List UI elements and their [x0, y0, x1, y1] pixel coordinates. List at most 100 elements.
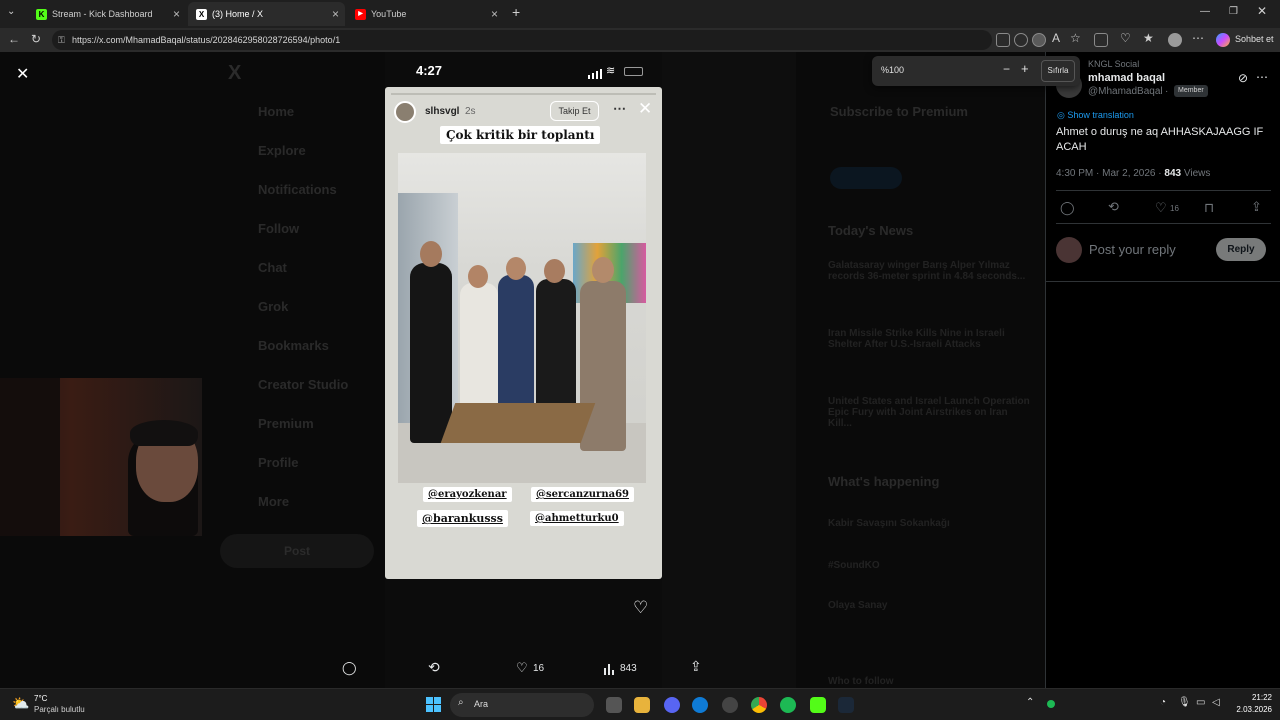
news-item: United States and Israel Launch Operatio… [828, 396, 1030, 429]
tray-expand-icon[interactable]: ⌃ [1026, 697, 1034, 708]
monitor-icon[interactable]: ▭ [1196, 697, 1205, 708]
more-options-icon[interactable]: ⋯ [1256, 70, 1268, 84]
back-icon[interactable]: ← [8, 32, 20, 46]
tweet-repost-icon[interactable]: ⟲ [1108, 199, 1119, 215]
clock-time[interactable]: 21:22 [1236, 693, 1272, 702]
story-close-icon: ✕ [638, 99, 653, 118]
show-translation-link[interactable]: ◎ Show translation [1057, 110, 1134, 121]
story-avatar [394, 101, 416, 123]
author-handle[interactable]: @MhamadBaqal [1088, 86, 1163, 97]
minimize-icon[interactable]: — [1200, 6, 1210, 17]
zoom-level: %100 [881, 65, 905, 75]
person-head [592, 257, 614, 283]
weather-icon[interactable]: ⛅ [12, 695, 29, 712]
tab-youtube[interactable]: ▶ YouTube × [347, 2, 504, 26]
translate-icon[interactable] [1014, 33, 1028, 47]
community-name[interactable]: KNGL Social [1088, 59, 1139, 69]
tab-list-icon[interactable]: ⌄ [7, 6, 15, 17]
zoom-in-icon[interactable]: + [1021, 61, 1029, 76]
window-close-icon[interactable]: ✕ [1257, 4, 1267, 18]
tweet-like-icon[interactable]: ♡ [1155, 200, 1167, 216]
volume-icon[interactable]: ◁ [1212, 697, 1220, 708]
reload-icon[interactable]: ↻ [31, 32, 41, 46]
author-name[interactable]: mhamad baqal [1088, 72, 1165, 84]
background-feed [662, 52, 796, 688]
nav-explore: Explore [258, 143, 306, 158]
tab-title: (3) Home / X [212, 9, 264, 19]
divider [1046, 281, 1280, 282]
news-item: Galatasaray winger Barış Alper Yılmaz re… [828, 260, 1026, 282]
url-text: https://x.com/MhamadBaqal/status/2028462… [72, 35, 341, 45]
story-progress-bar [391, 93, 656, 95]
kick-app-icon[interactable] [810, 697, 826, 713]
nav-premium: Premium [258, 416, 314, 431]
browser-essentials-icon[interactable]: ♡ [1120, 31, 1131, 45]
share-icon[interactable]: ⇪ [690, 658, 702, 675]
weather-temp[interactable]: 7°C [34, 694, 47, 703]
favorites-icon[interactable]: ★ [1143, 31, 1154, 45]
phone-time: 4:27 [416, 63, 443, 78]
tweet-bookmark-icon[interactable]: ⊓ [1204, 200, 1214, 216]
like-icon[interactable]: ♡ [516, 660, 528, 676]
task-view-icon[interactable] [606, 697, 622, 713]
subscribe-title: Subscribe to Premium [830, 104, 968, 119]
tweet-timestamp[interactable]: 4:30 PM · Mar 2, 2026 · [1056, 168, 1164, 179]
mention-tag: @erayozkenar [423, 487, 512, 502]
new-tab-icon[interactable]: + [512, 4, 520, 20]
tab-title: Stream - Kick Dashboard [52, 9, 153, 19]
copilot-label[interactable]: Sohbet et [1235, 34, 1274, 44]
more-menu-icon[interactable]: ⋯ [1192, 31, 1204, 45]
close-icon[interactable]: × [332, 7, 339, 21]
spotify-icon[interactable] [780, 697, 796, 713]
tweet-reply-icon[interactable]: ◯ [1060, 200, 1075, 216]
url-field[interactable]: ⚿ https://x.com/MhamadBaqal/status/20284… [52, 30, 992, 50]
obs-icon[interactable] [722, 697, 738, 713]
repost-icon[interactable]: ⟲ [428, 659, 440, 676]
site-info-icon[interactable]: ⚿ [58, 30, 65, 50]
steam-icon[interactable] [838, 697, 854, 713]
story-more-icon: ⋯ [613, 101, 626, 116]
signal-icon [588, 66, 602, 84]
tweet-views-label: Views [1181, 168, 1211, 179]
views-icon[interactable] [604, 662, 615, 680]
weather-desc[interactable]: Parçalı bulutlu [34, 705, 85, 714]
zoom-reset-button[interactable]: Sıfırla [1041, 60, 1075, 82]
grok-icon[interactable]: ⊘ [1238, 71, 1248, 85]
split-screen-icon[interactable] [996, 33, 1010, 47]
wifi-tray-icon[interactable]: ◔ [1160, 697, 1166, 708]
discord-icon[interactable] [664, 697, 680, 713]
extensions-icon[interactable] [1094, 33, 1108, 47]
tray-status-icon[interactable] [1047, 700, 1055, 708]
favorite-star-icon[interactable]: ☆ [1070, 31, 1081, 45]
mention-tag: @barankusss [417, 510, 508, 527]
profile-avatar-icon[interactable] [1168, 33, 1182, 47]
chrome-icon[interactable] [751, 697, 767, 713]
who-to-follow: Who to follow [828, 676, 894, 687]
webcam-background [0, 378, 60, 536]
tweet-share-icon[interactable]: ⇪ [1251, 199, 1262, 215]
address-bar: ← ↻ ⚿ https://x.com/MhamadBaqal/status/2… [0, 28, 1280, 52]
start-icon[interactable] [426, 697, 441, 712]
close-viewer-icon[interactable]: ✕ [16, 64, 29, 84]
file-explorer-icon[interactable] [634, 697, 650, 713]
read-aloud-icon[interactable]: A [1052, 31, 1060, 45]
tab-x-home[interactable]: X (3) Home / X × [188, 2, 345, 26]
coffee-table [440, 403, 596, 443]
taskbar-search[interactable]: ⌕ Ara [450, 693, 594, 717]
zoom-out-icon[interactable]: − [1003, 62, 1010, 76]
story-follow-button: Takip Et [550, 101, 599, 121]
close-icon[interactable]: × [491, 7, 498, 21]
copilot-icon[interactable] [1216, 33, 1230, 47]
tab-kick[interactable]: K Stream - Kick Dashboard × [28, 2, 186, 26]
edge-icon[interactable] [692, 697, 708, 713]
restore-icon[interactable]: ❐ [1229, 6, 1238, 17]
reply-input[interactable]: Post your reply [1089, 242, 1176, 257]
reply-icon[interactable]: ◯ [342, 660, 357, 676]
close-icon[interactable]: × [173, 7, 180, 21]
clock-date[interactable]: 2.03.2026 [1226, 705, 1272, 714]
post-button: Post [220, 534, 374, 568]
mic-icon[interactable]: 🎙 [1178, 697, 1191, 708]
tweet-views-count: 843 [1164, 168, 1182, 179]
zoom-icon[interactable] [1032, 33, 1046, 47]
reply-button[interactable]: Reply [1216, 238, 1266, 261]
